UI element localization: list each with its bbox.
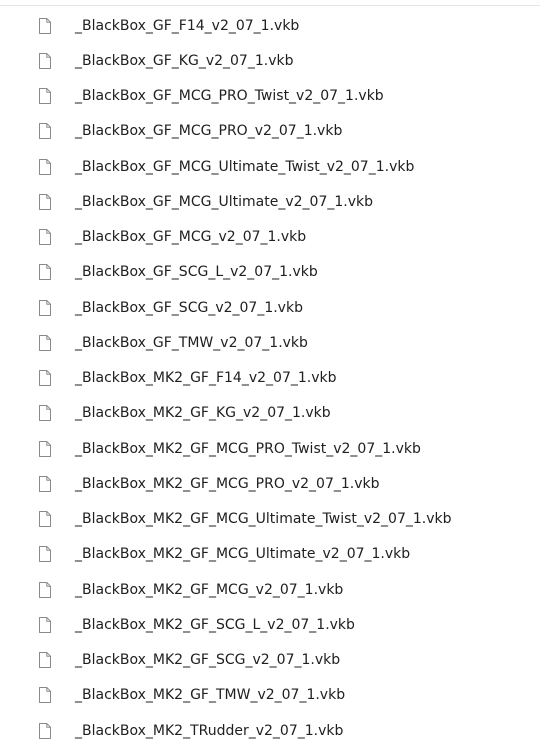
file-icon — [39, 687, 51, 704]
file-row[interactable]: _BlackBox_GF_MCG_Ultimate_v2_07_1.vkb — [0, 184, 540, 219]
file-name: _BlackBox_MK2_GF_SCG_L_v2_07_1.vkb — [75, 616, 355, 633]
file-icon — [39, 123, 51, 140]
file-row[interactable]: _BlackBox_MK2_GF_SCG_v2_07_1.vkb — [0, 643, 540, 678]
file-icon — [39, 722, 51, 739]
file-icon — [39, 475, 51, 492]
file-name: _BlackBox_MK2_GF_MCG_Ultimate_v2_07_1.vk… — [75, 546, 411, 563]
file-row[interactable]: _BlackBox_GF_F14_v2_07_1.vkb — [0, 8, 540, 43]
file-icon — [39, 652, 51, 669]
file-row[interactable]: _BlackBox_GF_TMW_v2_07_1.vkb — [0, 325, 540, 360]
file-icon — [39, 299, 51, 316]
file-row[interactable]: _BlackBox_MK2_GF_TMW_v2_07_1.vkb — [0, 678, 540, 713]
file-name: _BlackBox_GF_MCG_PRO_v2_07_1.vkb — [75, 123, 343, 140]
file-name: _BlackBox_GF_KG_v2_07_1.vkb — [75, 52, 294, 69]
file-icon — [39, 581, 51, 598]
file-name: _BlackBox_MK2_GF_F14_v2_07_1.vkb — [75, 370, 337, 387]
file-name: _BlackBox_MK2_GF_MCG_PRO_Twist_v2_07_1.v… — [75, 440, 421, 457]
file-name: _BlackBox_MK2_TRudder_v2_07_1.vkb — [75, 722, 344, 739]
file-name: _BlackBox_GF_SCG_v2_07_1.vkb — [75, 299, 303, 316]
file-name: _BlackBox_GF_MCG_v2_07_1.vkb — [75, 229, 307, 246]
file-row[interactable]: _BlackBox_MK2_GF_SCG_L_v2_07_1.vkb — [0, 607, 540, 642]
file-icon — [39, 546, 51, 563]
file-name: _BlackBox_GF_MCG_Ultimate_v2_07_1.vkb — [75, 193, 373, 210]
file-name: _BlackBox_MK2_GF_MCG_PRO_v2_07_1.vkb — [75, 475, 380, 492]
file-row[interactable]: _BlackBox_GF_MCG_v2_07_1.vkb — [0, 220, 540, 255]
file-icon — [39, 511, 51, 528]
file-row[interactable]: _BlackBox_GF_KG_v2_07_1.vkb — [0, 43, 540, 78]
file-row[interactable]: _BlackBox_GF_SCG_L_v2_07_1.vkb — [0, 255, 540, 290]
file-name: _BlackBox_GF_SCG_L_v2_07_1.vkb — [75, 264, 318, 281]
file-icon — [39, 334, 51, 351]
file-row[interactable]: _BlackBox_MK2_GF_MCG_Ultimate_Twist_v2_0… — [0, 502, 540, 537]
file-name: _BlackBox_MK2_GF_MCG_Ultimate_Twist_v2_0… — [75, 511, 452, 528]
file-row[interactable]: _BlackBox_GF_MCG_PRO_Twist_v2_07_1.vkb — [0, 79, 540, 114]
file-row[interactable]: _BlackBox_MK2_GF_MCG_PRO_Twist_v2_07_1.v… — [0, 431, 540, 466]
file-row[interactable]: _BlackBox_GF_MCG_PRO_v2_07_1.vkb — [0, 114, 540, 149]
file-icon — [39, 616, 51, 633]
file-row[interactable]: _BlackBox_MK2_GF_KG_v2_07_1.vkb — [0, 396, 540, 431]
file-name: _BlackBox_GF_MCG_Ultimate_Twist_v2_07_1.… — [75, 158, 415, 175]
header-divider — [0, 5, 540, 6]
file-name: _BlackBox_MK2_GF_KG_v2_07_1.vkb — [75, 405, 331, 422]
file-icon — [39, 229, 51, 246]
file-icon — [39, 52, 51, 69]
file-name: _BlackBox_MK2_GF_MCG_v2_07_1.vkb — [75, 581, 344, 598]
file-icon — [39, 193, 51, 210]
file-row[interactable]: _BlackBox_MK2_GF_MCG_v2_07_1.vkb — [0, 572, 540, 607]
file-icon — [39, 158, 51, 175]
file-name: _BlackBox_GF_TMW_v2_07_1.vkb — [75, 334, 308, 351]
file-row[interactable]: _BlackBox_MK2_TRudder_v2_07_1.vkb — [0, 713, 540, 748]
file-name: _BlackBox_MK2_GF_TMW_v2_07_1.vkb — [75, 687, 346, 704]
file-icon — [39, 88, 51, 105]
file-name: _BlackBox_MK2_GF_SCG_v2_07_1.vkb — [75, 652, 341, 669]
file-icon — [39, 370, 51, 387]
file-icon — [39, 405, 51, 422]
file-row[interactable]: _BlackBox_GF_MCG_Ultimate_Twist_v2_07_1.… — [0, 149, 540, 184]
file-icon — [39, 264, 51, 281]
file-icon — [39, 440, 51, 457]
file-name: _BlackBox_GF_MCG_PRO_Twist_v2_07_1.vkb — [75, 88, 384, 105]
file-row[interactable]: _BlackBox_MK2_GF_F14_v2_07_1.vkb — [0, 361, 540, 396]
file-icon — [39, 17, 51, 34]
file-name: _BlackBox_GF_F14_v2_07_1.vkb — [75, 17, 300, 34]
file-row[interactable]: _BlackBox_GF_SCG_v2_07_1.vkb — [0, 290, 540, 325]
file-row[interactable]: _BlackBox_MK2_GF_MCG_Ultimate_v2_07_1.vk… — [0, 537, 540, 572]
file-row[interactable]: _BlackBox_MK2_GF_MCG_PRO_v2_07_1.vkb — [0, 466, 540, 501]
file-list: _BlackBox_GF_F14_v2_07_1.vkb _BlackBox_GF… — [0, 8, 540, 748]
